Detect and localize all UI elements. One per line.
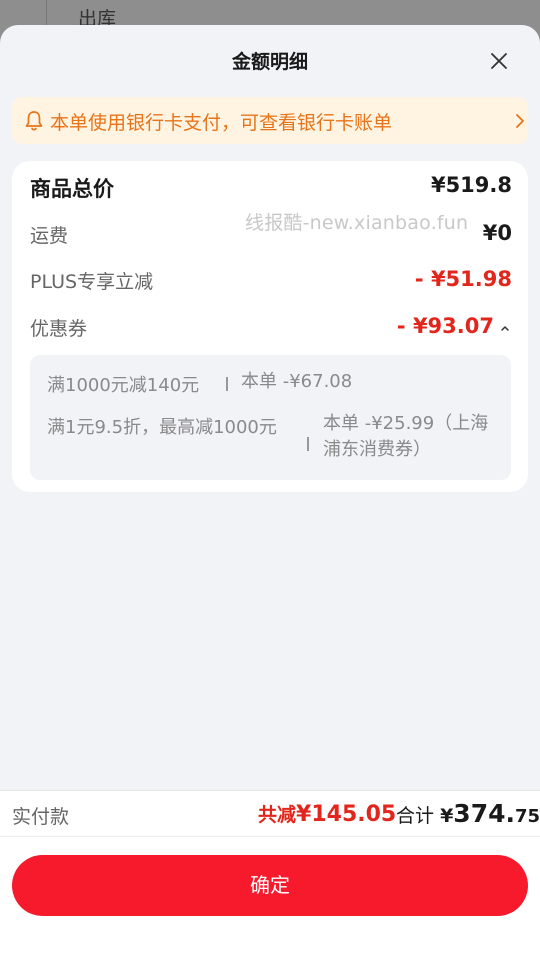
coupon-value[interactable]: - ¥93.07: [397, 314, 494, 338]
close-icon[interactable]: [487, 49, 511, 73]
coupon-label: 优惠券: [30, 318, 88, 340]
pay-label: 实付款: [12, 806, 70, 828]
price-summary-card: 商品总价 ¥519.8 线报酷-new.xianbao.fun 运费 ¥0 PL…: [12, 161, 528, 492]
amount-detail-sheet: 金额明细 本单使用银行卡支付，可查看银行卡账单 商品总价 ¥519.8 线报酷-…: [0, 25, 540, 974]
watermark: 线报酷-new.xianbao.fun: [245, 212, 469, 234]
reduction-prefix: 共减: [258, 804, 297, 826]
coupon-item-divider: [307, 437, 309, 451]
goods-total-value: ¥519.8: [430, 173, 512, 197]
coupon-item-amount: 本单 -¥25.99（上海浦东消费券）: [323, 413, 489, 460]
total-integer: 374.: [453, 799, 515, 828]
caret-up-icon[interactable]: [499, 322, 511, 334]
plus-discount-value: - ¥51.98: [414, 267, 512, 291]
coupon-item-divider: [226, 377, 228, 391]
total-decimal: 75: [514, 806, 540, 827]
total-currency: ¥: [440, 805, 454, 827]
footer-divider: [0, 790, 540, 791]
total-reduction: 共减¥145.05: [258, 800, 396, 827]
coupon-item-amount: 本单 -¥67.08: [241, 371, 353, 392]
checkout-footer: 实付款 共减¥145.05 合计 ¥374.75 确定: [0, 790, 540, 974]
order-total: 合计 ¥374.75: [396, 799, 540, 828]
bank-card-notice[interactable]: 本单使用银行卡支付，可查看银行卡账单: [12, 97, 528, 144]
coupon-detail-list: 满1000元减140元 本单 -¥67.08 满1元9.5折，最高减1000元 …: [30, 355, 511, 480]
confirm-button[interactable]: 确定: [12, 855, 528, 916]
coupon-item-name: 满1000元减140元: [47, 375, 200, 396]
reduction-amount: ¥145.05: [296, 802, 397, 827]
footer-divider: [0, 836, 540, 837]
coupon-item-name: 满1元9.5折，最高减1000元: [47, 417, 277, 438]
background-divider: [46, 0, 47, 28]
shipping-value: ¥0: [482, 221, 512, 245]
bell-icon: [25, 111, 43, 131]
total-prefix: 合计: [396, 805, 435, 827]
sheet-title: 金额明细: [231, 51, 308, 73]
notice-text: 本单使用银行卡支付，可查看银行卡账单: [50, 112, 393, 134]
goods-total-label: 商品总价: [30, 177, 114, 201]
chevron-right-icon: [516, 114, 524, 128]
shipping-label: 运费: [30, 225, 69, 247]
plus-discount-label: PLUS专享立减: [30, 271, 154, 293]
